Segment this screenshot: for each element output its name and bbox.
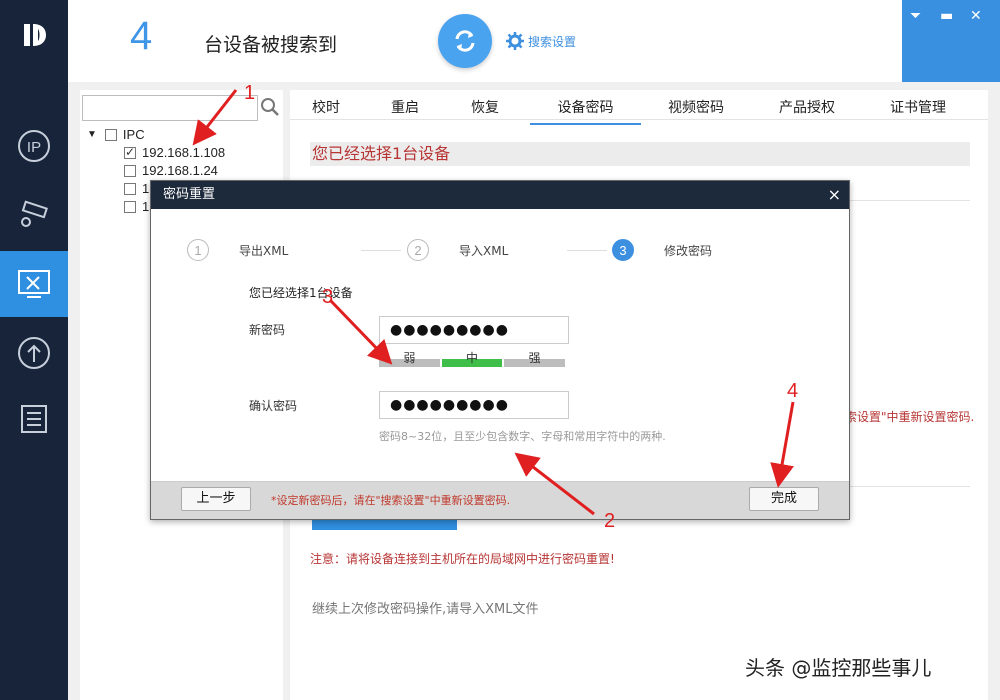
device-ip-label: 192.168.1.24 xyxy=(142,163,218,178)
done-button[interactable]: 完成 xyxy=(749,487,819,511)
log-nav-icon[interactable] xyxy=(0,386,68,452)
camera-nav-icon[interactable] xyxy=(0,181,68,247)
devices-found-label: 台设备被搜索到 xyxy=(204,34,338,56)
tab-restore[interactable]: 恢复 xyxy=(471,97,499,117)
annotation-2: 2 xyxy=(604,510,616,532)
previous-step-button[interactable]: 上一步 xyxy=(181,487,251,511)
device-ip-label: 1 xyxy=(142,199,150,214)
tab-reboot[interactable]: 重启 xyxy=(391,97,419,117)
refresh-search-button[interactable] xyxy=(438,14,492,68)
tab-time-sync[interactable]: 校时 xyxy=(312,97,340,117)
step-export-xml: 1 导出XML xyxy=(187,239,288,261)
step-label: 修改密码 xyxy=(664,243,713,258)
selected-devices-bar: 您已经选择1台设备 xyxy=(310,142,970,166)
watermark: 头条 @监控那些事儿 xyxy=(745,656,932,680)
confirm-password-label: 确认密码 xyxy=(249,399,298,413)
dropdown-icon[interactable]: ⏷ xyxy=(910,8,921,24)
gear-icon xyxy=(506,32,524,50)
tab-video-password[interactable]: 视频密码 xyxy=(668,97,724,117)
tree-root-ipc[interactable]: ▼ IPC xyxy=(87,127,145,142)
password-strength-meter: 弱 中 强 xyxy=(379,351,566,367)
root-checkbox[interactable] xyxy=(104,128,117,141)
device-checkbox[interactable] xyxy=(124,182,136,195)
search-icon[interactable] xyxy=(260,97,280,121)
annotation-3: 3 xyxy=(322,286,334,308)
step-import-xml: 2 导入XML xyxy=(407,239,508,261)
tree-item[interactable]: 192.168.1.24 xyxy=(124,163,218,178)
strength-strong: 强 xyxy=(504,351,566,367)
step-connector xyxy=(361,250,401,251)
footer-hint: *设定新密码后，请在"搜索设置"中重新设置密码. xyxy=(271,494,511,507)
upgrade-nav-icon[interactable] xyxy=(0,320,68,386)
confirm-password-field[interactable]: ●●●●●●●●● xyxy=(379,391,569,419)
device-checkbox[interactable] xyxy=(124,145,136,159)
strength-label: 强 xyxy=(528,351,541,365)
step-change-password: 3 修改密码 xyxy=(612,239,712,261)
device-ip-label: 1 xyxy=(142,181,150,196)
step-connector xyxy=(567,250,607,251)
device-count: 4 xyxy=(130,14,153,58)
dialog-selected-text: 您已经选择1台设备 xyxy=(249,286,353,300)
search-settings-label: 搜索设置 xyxy=(528,34,577,49)
top-header: 4 台设备被搜索到 搜索设置 ⏷ ▬ ✕ xyxy=(68,0,1000,82)
step-number: 1 xyxy=(187,239,209,261)
window-controls: ⏷ ▬ ✕ xyxy=(902,0,1000,82)
refresh-icon xyxy=(455,30,475,52)
device-checkbox[interactable] xyxy=(124,200,136,213)
left-nav-rail: IP xyxy=(0,0,68,700)
device-search-input[interactable] xyxy=(82,95,258,121)
close-window-icon[interactable]: ✕ xyxy=(970,8,982,24)
app-logo xyxy=(0,0,68,70)
minimize-icon[interactable]: ▬ xyxy=(940,8,953,24)
tab-device-password[interactable]: 设备密码 xyxy=(530,97,641,125)
strength-label: 弱 xyxy=(403,351,416,365)
continue-import-text[interactable]: 继续上次修改密码操作,请导入XML文件 xyxy=(312,598,539,617)
svg-text:IP: IP xyxy=(27,139,41,156)
annotation-4: 4 xyxy=(787,380,799,402)
tab-bar: 校时 重启 恢复 设备密码 视频密码 产品授权 证书管理 xyxy=(290,90,988,125)
step-label: 导入XML xyxy=(459,243,509,258)
tree-item[interactable]: 192.168.1.108 xyxy=(124,145,225,160)
step-number: 2 xyxy=(407,239,429,261)
password-reset-dialog: 密码重置 × 1 导出XML 2 导入XML 3 修改密码 您已经选择1台设备 … xyxy=(150,180,850,520)
strength-label: 中 xyxy=(466,351,479,365)
step-label: 导出XML xyxy=(239,243,289,258)
search-settings-link[interactable]: 搜索设置 xyxy=(506,32,576,50)
reset-hint-text: 索设置"中重新设置密码. xyxy=(845,410,975,424)
network-notice: 注意：请将设备连接到主机所在的局域网中进行密码重置! xyxy=(310,552,615,566)
strength-medium: 中 xyxy=(441,351,503,367)
tree-root-label: IPC xyxy=(122,127,145,142)
dialog-titlebar: 密码重置 × xyxy=(151,181,849,209)
dialog-title: 密码重置 xyxy=(163,187,216,202)
dialog-footer: 上一步 *设定新密码后，请在"搜索设置"中重新设置密码. 完成 xyxy=(151,481,849,519)
annotation-1: 1 xyxy=(244,82,256,104)
step-number: 3 xyxy=(612,239,634,261)
password-rule-text: 密码8~32位，且至少包含数字、字母和常用字符中的两种. xyxy=(379,430,666,443)
device-checkbox[interactable] xyxy=(124,164,136,177)
tree-item[interactable]: 1 xyxy=(124,181,149,196)
tab-product-license[interactable]: 产品授权 xyxy=(779,97,835,117)
expand-arrow-icon[interactable]: ▼ xyxy=(87,129,97,140)
new-password-field[interactable]: ●●●●●●●●● xyxy=(379,316,569,344)
tab-certificate[interactable]: 证书管理 xyxy=(890,97,946,117)
ip-settings-nav-icon[interactable]: IP xyxy=(0,113,68,179)
tree-item[interactable]: 1 xyxy=(124,199,149,214)
maintenance-nav-icon[interactable] xyxy=(0,251,68,317)
strength-weak: 弱 xyxy=(379,351,440,367)
new-password-label: 新密码 xyxy=(249,323,286,337)
device-ip-label: 192.168.1.108 xyxy=(142,145,226,160)
close-icon[interactable]: × xyxy=(828,181,841,209)
